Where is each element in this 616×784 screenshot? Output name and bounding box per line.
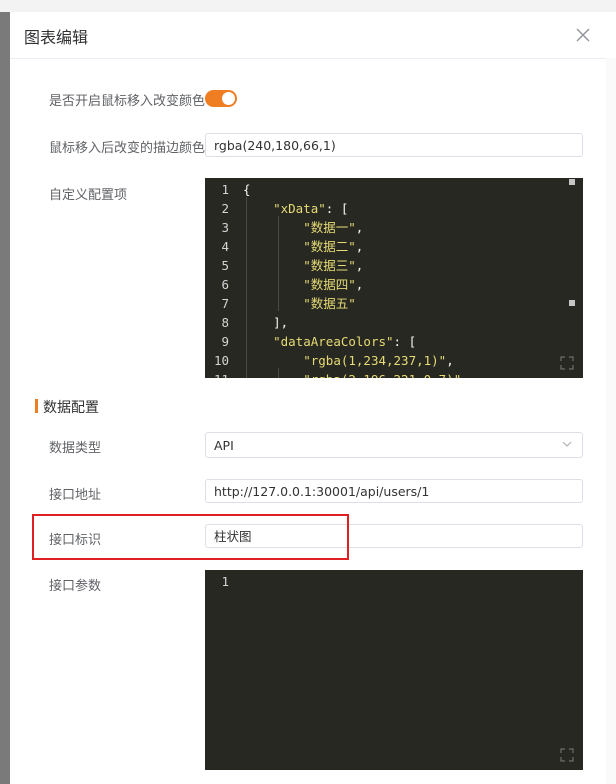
line-number: 9 <box>221 334 229 349</box>
api-params-label: 接口参数 <box>49 579 102 594</box>
custom-config-label: 自定义配置项 <box>49 188 128 203</box>
line-number: 1 <box>221 574 229 589</box>
hover-border-color-input[interactable]: rgba(240,180,66,1) <box>205 133 583 157</box>
code-line: 11 "rgba(2,196,221,0.7)" <box>205 370 545 378</box>
line-number: 7 <box>221 296 229 311</box>
chevron-down-icon <box>562 441 572 447</box>
code-line: 5 "数据三", <box>205 256 545 275</box>
code-text: "数据五" <box>303 296 356 311</box>
code-line: 4 "数据二", <box>205 237 545 256</box>
code-line: 1 <box>205 572 545 591</box>
data-type-select[interactable]: API <box>205 432 583 458</box>
code-text: "dataAreaColors": [ <box>273 334 417 349</box>
code-line: 9 "dataAreaColors": [ <box>205 332 545 351</box>
api-url-label: 接口地址 <box>49 488 102 503</box>
hover-border-color-label: 鼠标移入后改变的描边颜色 <box>49 141 206 156</box>
line-number: 8 <box>221 315 229 330</box>
code-text: "rgba(2,196,221,0.7)" <box>243 370 461 378</box>
line-number: 4 <box>221 239 229 254</box>
code-text: "数据一", <box>303 220 364 235</box>
section-accent-bar <box>35 399 38 413</box>
code-line: 7 "数据五" <box>205 294 545 313</box>
code-text: "xData": [ <box>273 201 349 216</box>
code-line: 2 "xData": [ <box>205 199 545 218</box>
dialog-header: 图表编辑 <box>10 12 616 59</box>
line-number: 10 <box>213 353 229 368</box>
fullscreen-icon[interactable] <box>560 356 574 370</box>
line-number: 6 <box>221 277 229 292</box>
code-line: 8 ], <box>205 313 545 332</box>
code-line: 6 "数据四", <box>205 275 545 294</box>
api-url-input[interactable]: http://127.0.0.1:30001/api/users/1 <box>205 479 583 503</box>
line-number: 11 <box>205 370 229 378</box>
close-icon[interactable] <box>574 26 592 44</box>
line-number: 1 <box>221 182 229 197</box>
custom-config-editor[interactable]: 1{2 "xData": [3 "数据一", 4 "数据二", 5 "数据三", 6 … <box>205 178 583 378</box>
api-params-editor[interactable]: 1 <box>205 570 583 770</box>
code-line: 10 "rgba(1,234,237,1)", <box>205 351 545 370</box>
hover-color-switch[interactable] <box>205 90 237 107</box>
page-edge <box>0 12 10 784</box>
switch-knob <box>222 92 235 105</box>
data-type-value: API <box>214 438 234 453</box>
editor-scroll-marker <box>569 179 575 185</box>
hover-color-toggle-label: 是否开启鼠标移入改变颜色 <box>49 94 206 109</box>
code-text: "数据四", <box>303 277 364 292</box>
line-number: 5 <box>221 258 229 273</box>
code-text: { <box>243 182 251 197</box>
line-number: 3 <box>221 220 229 235</box>
data-config-section-title: 数据配置 <box>43 400 99 416</box>
code-text: "数据二", <box>303 239 364 254</box>
editor-scroll-marker <box>569 300 575 306</box>
code-line: 1{ <box>205 180 545 199</box>
code-text: "rgba(1,234,237,1)", <box>303 353 454 368</box>
line-number: 2 <box>221 201 229 216</box>
highlight-annotation <box>32 514 349 560</box>
data-type-label: 数据类型 <box>49 441 102 456</box>
dialog-scrollbar[interactable] <box>606 58 616 784</box>
code-text: ], <box>243 315 289 330</box>
fullscreen-icon[interactable] <box>560 748 574 762</box>
code-line: 3 "数据一", <box>205 218 545 237</box>
code-text: "数据三", <box>303 258 364 273</box>
dialog-title: 图表编辑 <box>24 28 89 47</box>
chart-edit-dialog: 图表编辑 是否开启鼠标移入改变颜色 鼠标移入后改变的描边颜色 rgba(240,… <box>10 12 616 784</box>
backdrop <box>0 0 616 12</box>
